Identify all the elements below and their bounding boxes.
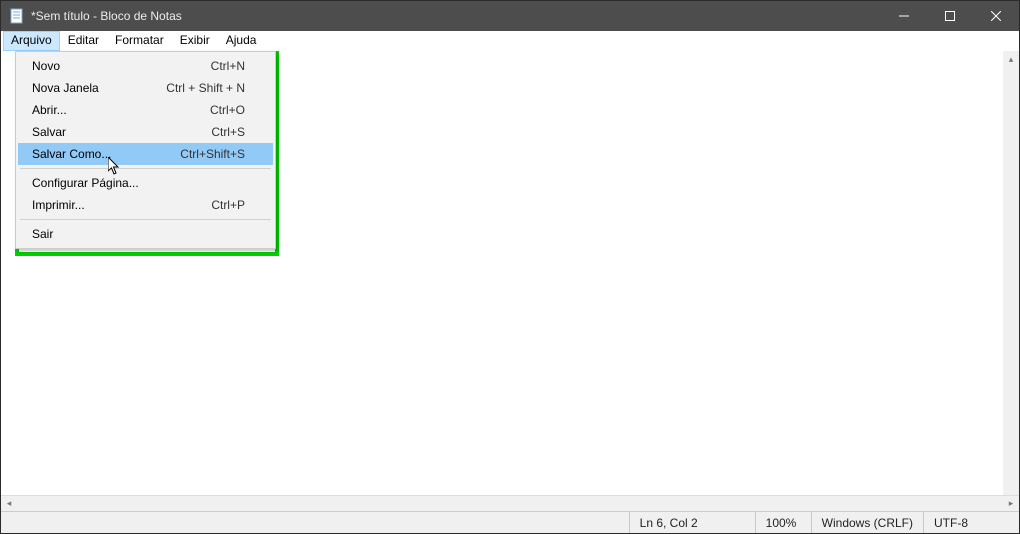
menu-item-salvar-como[interactable]: Salvar Como... Ctrl+Shift+S bbox=[18, 143, 273, 165]
maximize-button[interactable] bbox=[927, 1, 973, 31]
menu-item-novo[interactable]: Novo Ctrl+N bbox=[18, 55, 273, 77]
menu-item-label: Sair bbox=[32, 227, 53, 241]
horizontal-scrollbar[interactable]: ◂ ▸ bbox=[1, 495, 1019, 511]
minimize-button[interactable] bbox=[881, 1, 927, 31]
arquivo-dropdown: Novo Ctrl+N Nova Janela Ctrl + Shift + N… bbox=[15, 51, 276, 249]
menu-item-label: Imprimir... bbox=[32, 198, 85, 212]
menu-ajuda[interactable]: Ajuda bbox=[218, 31, 265, 51]
status-position: Ln 6, Col 2 bbox=[629, 512, 755, 533]
vertical-scrollbar[interactable]: ▴ bbox=[1003, 51, 1019, 495]
menu-item-shortcut: Ctrl+N bbox=[211, 59, 245, 73]
scroll-left-arrow[interactable]: ◂ bbox=[1, 496, 17, 512]
menu-item-shortcut: Ctrl + Shift + N bbox=[166, 81, 245, 95]
menu-item-shortcut: Ctrl+P bbox=[211, 198, 245, 212]
menu-separator bbox=[20, 168, 271, 169]
menu-arquivo[interactable]: Arquivo bbox=[3, 31, 60, 51]
menu-separator bbox=[20, 219, 271, 220]
window-title: *Sem título - Bloco de Notas bbox=[31, 9, 881, 23]
menu-item-salvar[interactable]: Salvar Ctrl+S bbox=[18, 121, 273, 143]
menu-bar: Arquivo Editar Formatar Exibir Ajuda bbox=[1, 31, 1019, 51]
menu-item-label: Configurar Página... bbox=[32, 176, 139, 190]
menu-item-label: Salvar Como... bbox=[32, 147, 111, 161]
status-bar: Ln 6, Col 2 100% Windows (CRLF) UTF-8 bbox=[1, 511, 1019, 533]
menu-item-shortcut: Ctrl+Shift+S bbox=[180, 147, 245, 161]
status-line-ending: Windows (CRLF) bbox=[811, 512, 923, 533]
title-bar[interactable]: *Sem título - Bloco de Notas bbox=[1, 1, 1019, 31]
menu-item-label: Novo bbox=[32, 59, 60, 73]
menu-item-label: Abrir... bbox=[32, 103, 67, 117]
menu-item-label: Salvar bbox=[32, 125, 66, 139]
menu-item-sair[interactable]: Sair bbox=[18, 223, 273, 245]
menu-formatar[interactable]: Formatar bbox=[107, 31, 172, 51]
menu-editar[interactable]: Editar bbox=[60, 31, 107, 51]
menu-item-shortcut: Ctrl+O bbox=[210, 103, 245, 117]
menu-item-abrir[interactable]: Abrir... Ctrl+O bbox=[18, 99, 273, 121]
menu-item-imprimir[interactable]: Imprimir... Ctrl+P bbox=[18, 194, 273, 216]
menu-item-configurar-pagina[interactable]: Configurar Página... bbox=[18, 172, 273, 194]
close-button[interactable] bbox=[973, 1, 1019, 31]
menu-item-shortcut: Ctrl+S bbox=[211, 125, 245, 139]
app-icon bbox=[9, 8, 25, 24]
menu-item-label: Nova Janela bbox=[32, 81, 99, 95]
menu-exibir[interactable]: Exibir bbox=[172, 31, 218, 51]
menu-item-nova-janela[interactable]: Nova Janela Ctrl + Shift + N bbox=[18, 77, 273, 99]
scroll-up-arrow[interactable]: ▴ bbox=[1003, 51, 1019, 67]
status-zoom: 100% bbox=[755, 512, 811, 533]
scroll-right-arrow[interactable]: ▸ bbox=[1003, 496, 1019, 512]
status-encoding: UTF-8 bbox=[923, 512, 1019, 533]
